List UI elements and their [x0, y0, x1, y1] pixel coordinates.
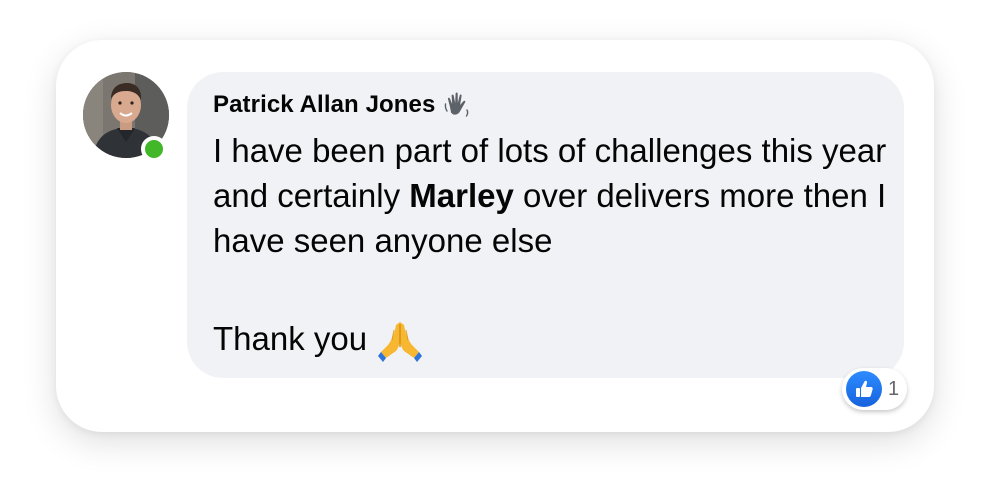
closing-text: Thank you — [213, 320, 368, 357]
reaction-summary[interactable]: 1 — [842, 368, 908, 410]
comment-text: I have been part of lots of challenges t… — [213, 128, 893, 263]
author-avatar[interactable] — [83, 72, 169, 162]
online-status-dot — [141, 136, 167, 162]
like-icon — [846, 371, 882, 407]
author-row: Patrick Allan Jones — [213, 88, 473, 122]
author-name[interactable]: Patrick Allan Jones — [213, 91, 435, 119]
reaction-count: 1 — [888, 377, 900, 400]
folded-hands-icon — [377, 316, 423, 362]
page: Patrick Allan Jones I have been part of … — [0, 0, 1000, 480]
waving-hand-icon — [443, 90, 473, 120]
mentioned-name[interactable]: Marley — [409, 177, 514, 214]
comment-closing: Thank you — [213, 316, 423, 362]
